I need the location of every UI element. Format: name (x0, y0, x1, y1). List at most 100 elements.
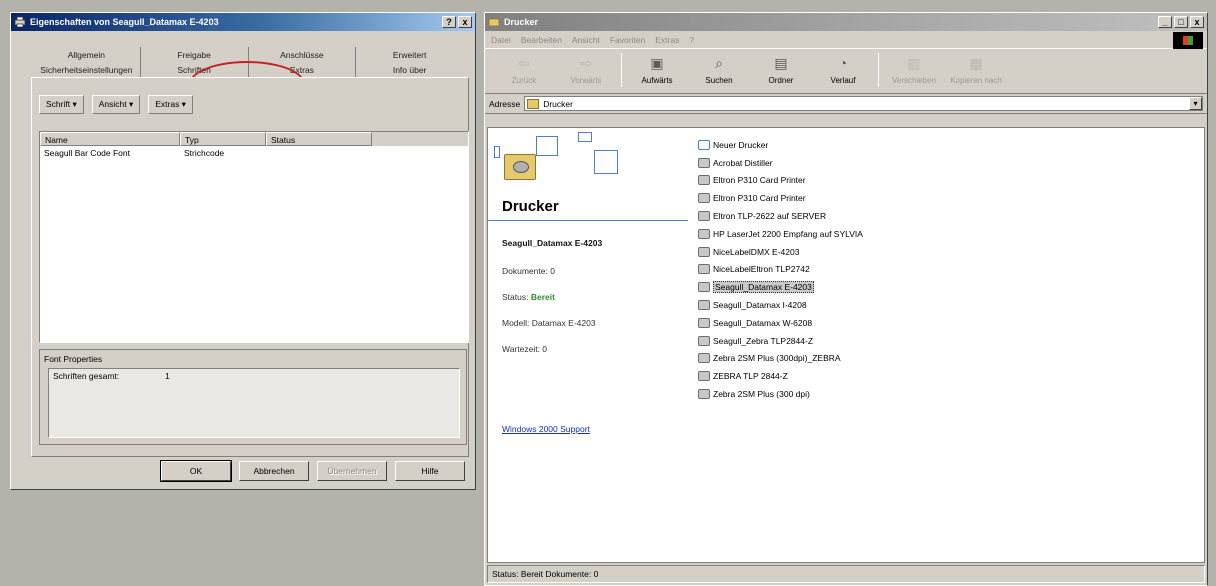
font-list[interactable]: Name Typ Status Seagull Bar Code Font St… (39, 131, 469, 343)
folder-content: Drucker Seagull_Datamax E-4203 Dokumente… (487, 127, 1205, 563)
tab-anschluesse[interactable]: Anschlüsse (249, 47, 357, 62)
folders-button[interactable]: ▤ Ordner (750, 53, 812, 86)
ok-button[interactable]: OK (160, 460, 232, 482)
printer-icon (698, 300, 710, 311)
printer-status: Status: Bereit (502, 292, 555, 302)
explorer-titlebar[interactable]: Drucker _ □ x (485, 13, 1207, 31)
printer-label: Seagull_Datamax I-4208 (713, 300, 807, 311)
column-type[interactable]: Typ (180, 132, 266, 146)
windows-support-link[interactable]: Windows 2000 Support (502, 424, 590, 434)
printer-item[interactable]: Seagull_Datamax W-6208 (698, 314, 863, 332)
menu-ansicht[interactable]: Ansicht (572, 35, 600, 45)
explorer-close-button[interactable]: x (1190, 16, 1204, 28)
printer-item[interactable]: Seagull_Datamax I-4208 (698, 296, 863, 314)
history-icon: ◔ (838, 55, 848, 71)
cancel-button[interactable]: Abbrechen (239, 461, 309, 481)
printer-label: NiceLabelEltron TLP2742 (713, 264, 810, 275)
help-button[interactable]: Hilfe (395, 461, 465, 481)
printer-label: Seagull_Datamax E-4203 (713, 281, 814, 294)
printer-label: Eltron TLP-2622 auf SERVER (713, 211, 827, 222)
printer-item[interactable]: Neuer Drucker (698, 136, 863, 154)
up-button[interactable]: ▣ Aufwärts (626, 53, 688, 86)
printer-properties-dialog: Eigenschaften von Seagull_Datamax E-4203… (10, 12, 476, 490)
menu-datei[interactable]: Datei (491, 35, 511, 45)
maximize-button[interactable]: □ (1174, 16, 1188, 28)
address-dropdown-button[interactable]: ▾ (1189, 97, 1202, 110)
add-printer-icon (698, 139, 710, 150)
folders-label: Ordner (768, 76, 794, 85)
printers-window: Drucker _ □ x Datei Bearbeiten Ansicht F… (484, 12, 1208, 586)
search-button[interactable]: ⌕ Suchen (688, 53, 750, 86)
font-type: Strichcode (184, 147, 225, 158)
windows-logo (1173, 32, 1203, 49)
printer-item[interactable]: Eltron P310 Card Printer (698, 189, 863, 207)
dialog-titlebar[interactable]: Eigenschaften von Seagull_Datamax E-4203… (11, 13, 475, 31)
menu-bearbeiten[interactable]: Bearbeiten (521, 35, 562, 45)
menu-schrift-button[interactable]: Schrift ▾ (39, 95, 84, 114)
address-bar: Adresse Drucker ▾ (485, 94, 1207, 114)
back-button[interactable]: ⇦ Zurück (493, 53, 555, 86)
tab-sicherheitseinstellungen[interactable]: Sicherheitseinstellungen (33, 62, 141, 77)
forward-label: Vorwärts (570, 76, 602, 85)
printer-list: Neuer Drucker Acrobat Distiller Eltron P31… (698, 136, 863, 403)
printer-item[interactable]: Acrobat Distiller (698, 154, 863, 172)
printer-icon (698, 246, 710, 257)
menu-extras[interactable]: Extras (655, 35, 679, 45)
queue-wait: Wartezeit: 0 (502, 344, 548, 354)
printer-item[interactable]: Seagull_Zebra TLP2844-Z (698, 332, 863, 350)
printer-item[interactable]: Seagull_Datamax E-4203 (698, 278, 863, 296)
font-row[interactable]: Seagull Bar Code Font Strichcode (40, 146, 468, 159)
printer-label: Seagull_Datamax W-6208 (713, 317, 813, 328)
decor-square (536, 136, 558, 156)
printer-item[interactable]: NiceLabelEltron TLP2742 (698, 261, 863, 279)
minimize-button[interactable]: _ (1158, 16, 1172, 28)
printer-item[interactable]: NiceLabelDMX E-4203 (698, 243, 863, 261)
dialog-title: Eigenschaften von Seagull_Datamax E-4203 (30, 17, 219, 27)
forward-button[interactable]: ⇨ Vorwärts (555, 53, 617, 86)
move-to-button[interactable]: ▥ Verschieben (883, 53, 945, 86)
menu-favoriten[interactable]: Favoriten (610, 35, 645, 45)
copy-to-icon: ▦ (969, 54, 983, 71)
printer-label: Neuer Drucker (713, 139, 769, 150)
windows-flag-icon (1183, 36, 1193, 45)
printer-label: Zebra 2SM Plus (300dpi)_ZEBRA (713, 353, 841, 364)
close-button[interactable]: x (458, 16, 472, 28)
printers-folder-icon (488, 18, 500, 27)
search-icon: ⌕ (715, 54, 723, 71)
documents-count: Dokumente: 0 (502, 266, 555, 276)
address-field[interactable]: Drucker ▾ (524, 96, 1203, 111)
up-label: Aufwärts (641, 76, 673, 85)
column-status[interactable]: Status (266, 132, 372, 146)
tab-info[interactable]: Info über (356, 62, 463, 77)
status-bar: Status: Bereit Dokumente: 0 (487, 565, 1205, 583)
printer-item[interactable]: Eltron TLP-2622 auf SERVER (698, 207, 863, 225)
font-properties-box: Schriften gesamt: 1 (48, 368, 460, 438)
column-name[interactable]: Name (40, 132, 180, 146)
menu-ansicht-button[interactable]: Ansicht ▾ (91, 95, 141, 114)
selected-printer-name: Seagull_Datamax E-4203 (502, 238, 603, 248)
menu-extras-button[interactable]: Extras ▾ (148, 95, 193, 114)
tab-erweitert[interactable]: Erweitert (356, 47, 463, 62)
printer-icon (698, 335, 710, 346)
printer-model: Modell: Datamax E-4203 (502, 318, 596, 328)
font-list-header: Name Typ Status (40, 132, 468, 146)
copy-to-label: Kopieren nach (950, 76, 1002, 85)
apply-button[interactable]: Übernehmen (317, 461, 387, 481)
menu-help[interactable]: ? (689, 35, 694, 45)
printer-item[interactable]: Eltron P310 Card Printer (698, 172, 863, 190)
help-title-button[interactable]: ? (442, 16, 456, 28)
printer-item[interactable]: ZEBRA TLP 2844-Z (698, 367, 863, 385)
history-button[interactable]: ◔ Verlauf (812, 53, 874, 85)
printer-item[interactable]: HP LaserJet 2200 Empfang auf SYLVIA (698, 225, 863, 243)
printer-item[interactable]: Zebra 2SM Plus (300dpi)_ZEBRA (698, 350, 863, 368)
heading-rule (488, 220, 688, 221)
tab-freigabe[interactable]: Freigabe (141, 47, 249, 62)
back-label: Zurück (511, 76, 537, 85)
move-to-label: Verschieben (891, 76, 937, 85)
history-label: Verlauf (830, 76, 856, 85)
printer-icon (698, 193, 710, 204)
copy-to-button[interactable]: ▦ Kopieren nach (945, 53, 1007, 86)
tab-allgemein[interactable]: Allgemein (33, 47, 141, 62)
printer-item[interactable]: Zebra 2SM Plus (300 dpi) (698, 385, 863, 403)
printer-label: Zebra 2SM Plus (300 dpi) (713, 389, 810, 400)
